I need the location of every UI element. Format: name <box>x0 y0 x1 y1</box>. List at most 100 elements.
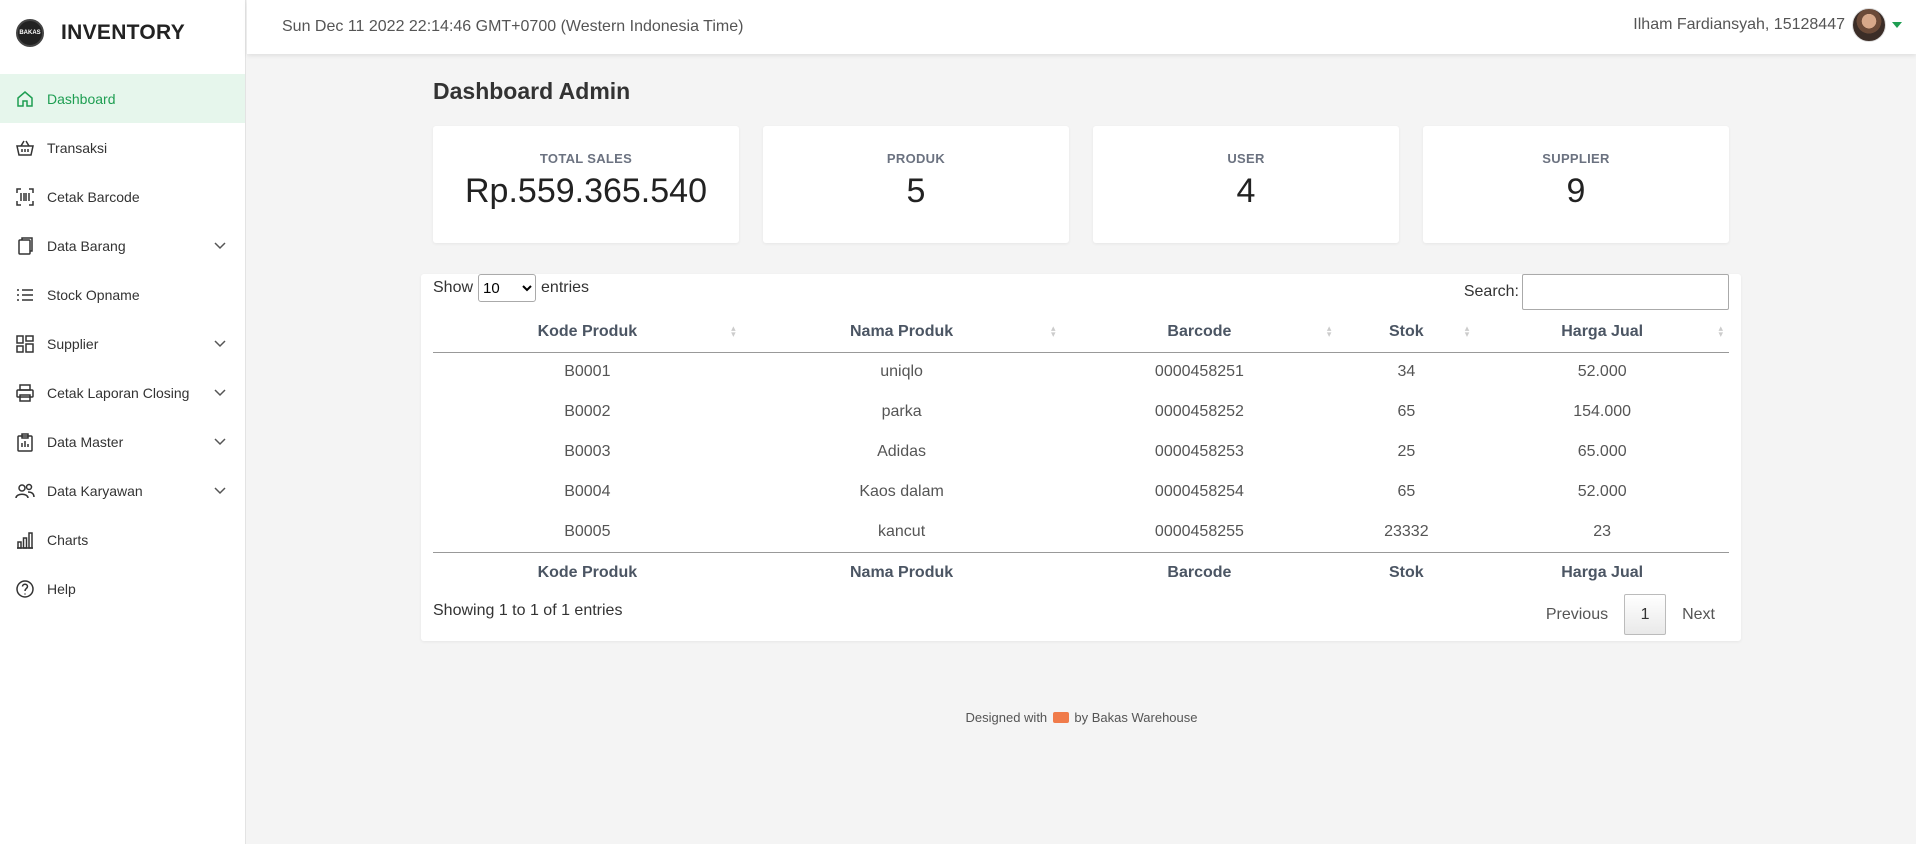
sidebar-item-stock-opname[interactable]: Stock Opname <box>0 270 245 319</box>
brand-logo: BAKAS <box>16 19 44 47</box>
footer-suffix: by Bakas Warehouse <box>1074 710 1198 725</box>
cell-barcode: 0000458251 <box>1154 363 1244 381</box>
stat-card-produk: PRODUK 5 <box>763 126 1069 243</box>
sidebar-item-label: Data Karyawan <box>47 482 143 499</box>
sidebar-item-transaksi[interactable]: Transaksi <box>0 123 245 172</box>
cell-harga-jual: 154.000 <box>1573 403 1632 420</box>
column-footer-nama-produk: Nama Produk <box>741 551 1062 594</box>
sidebar: BAKAS INVENTORY Dashboard Transaksi Ceta… <box>0 0 246 844</box>
sidebar-item-label: Supplier <box>47 335 99 352</box>
sort-icon: ▴ ▾ <box>1718 323 1723 339</box>
sidebar-item-label: Data Barang <box>47 237 126 254</box>
barcode-icon <box>14 186 36 208</box>
sidebar-item-cetak-laporan-closing[interactable]: Cetak Laporan Closing <box>0 368 245 417</box>
cell-kode-produk: B0005 <box>564 522 611 540</box>
show-label: Show <box>433 279 474 296</box>
sort-icon: ▴ ▾ <box>1050 323 1056 339</box>
next-page-button[interactable]: Next <box>1668 606 1729 624</box>
cell-barcode: 0000458253 <box>1154 443 1244 460</box>
column-header-harga-jual[interactable]: Harga Jual ▴ ▾ <box>1475 312 1729 353</box>
page-title: Dashboard Admin <box>433 78 631 104</box>
table-footer-row: Kode Produk Nama Produk Barcode Stok Har… <box>433 551 1729 594</box>
stat-card-supplier: SUPPLIER 9 <box>1423 126 1729 243</box>
cell-barcode: 0000458252 <box>1154 403 1244 420</box>
column-header-barcode[interactable]: Barcode ▴ ▾ <box>1061 312 1338 353</box>
cell-nama-produk: Adidas <box>877 443 927 460</box>
chevron-down-icon <box>213 336 227 350</box>
sidebar-item-charts[interactable]: Charts <box>0 515 245 564</box>
sidebar-item-label: Charts <box>47 531 89 548</box>
grid-icon <box>14 333 36 355</box>
column-header-label: Kode Produk <box>537 322 638 340</box>
printer-icon <box>14 382 36 404</box>
avatar[interactable] <box>1852 8 1886 42</box>
cell-nama-produk: parka <box>881 403 922 420</box>
basket-icon <box>14 137 36 159</box>
table-info: Showing 1 to 1 of 1 entries <box>433 602 623 619</box>
sort-icon: ▴ ▾ <box>1464 323 1470 339</box>
brand-title: INVENTORY <box>61 21 186 44</box>
stat-card-value: 4 <box>1236 172 1256 210</box>
sidebar-item-cetak-barcode[interactable]: Cetak Barcode <box>0 172 245 221</box>
previous-page-button[interactable]: Previous <box>1532 606 1622 624</box>
cell-stok: 25 <box>1397 443 1416 460</box>
product-table-panel: Show 10 entries Search: Kode Produk ▴ ▾ Na… <box>421 274 1741 641</box>
datetime-text: Sun Dec 11 2022 22:14:46 GMT+0700 (Weste… <box>282 18 744 35</box>
list-icon <box>14 284 36 306</box>
product-table: Kode Produk ▴ ▾ Nama Produk ▴ ▾ Barcode ▴ ▾ St… <box>433 312 1729 594</box>
user-menu[interactable]: Ilham Fardiansyah, 15128447 <box>1633 8 1902 42</box>
column-header-stok[interactable]: Stok ▴ ▾ <box>1337 312 1476 353</box>
clipboard-icon <box>14 431 36 453</box>
footer-prefix: Designed with <box>965 710 1048 725</box>
chevron-down-icon <box>213 434 227 448</box>
sidebar-item-label: Cetak Laporan Closing <box>47 384 190 401</box>
stat-card-total-sales: TOTAL SALES Rp.559.365.540 <box>433 126 739 243</box>
page-length-select[interactable]: 10 <box>478 274 537 302</box>
table-footer-controls: Showing 1 to 1 of 1 entries Previous 1 N… <box>433 594 1729 635</box>
column-header-label: Stok <box>1389 322 1424 340</box>
cell-stok: 23332 <box>1384 522 1429 540</box>
sidebar-item-data-barang[interactable]: Data Barang <box>0 221 245 270</box>
chevron-down-icon <box>213 238 227 252</box>
cell-kode-produk: B0003 <box>564 443 611 460</box>
brand[interactable]: BAKAS INVENTORY <box>0 0 245 66</box>
table-row: B0001 uniqlo 0000458251 34 52.000 <box>433 352 1729 392</box>
sidebar-item-label: Stock Opname <box>47 286 140 303</box>
people-icon <box>14 480 36 502</box>
cell-nama-produk: Kaos dalam <box>859 483 944 500</box>
home-icon <box>14 88 36 110</box>
column-header-kode-produk[interactable]: Kode Produk ▴ ▾ <box>433 312 742 353</box>
page-button-current[interactable]: 1 <box>1624 594 1667 635</box>
cell-nama-produk: kancut <box>878 522 926 540</box>
pagination: Previous 1 Next <box>1532 594 1729 635</box>
column-footer-barcode: Barcode <box>1061 551 1338 594</box>
column-header-nama-produk[interactable]: Nama Produk ▴ ▾ <box>741 312 1062 353</box>
column-header-label: Barcode <box>1167 322 1232 340</box>
search-label: Search: <box>1463 283 1519 300</box>
cell-harga-jual: 65.000 <box>1577 443 1627 460</box>
cell-kode-produk: B0001 <box>564 363 611 381</box>
sidebar-item-data-master[interactable]: Data Master <box>0 417 245 466</box>
sidebar-item-label: Dashboard <box>47 90 116 107</box>
cell-harga-jual: 23 <box>1593 522 1612 540</box>
question-icon <box>14 578 36 600</box>
cell-stok: 65 <box>1397 483 1416 500</box>
cell-kode-produk: B0004 <box>564 483 611 500</box>
sidebar-item-data-karyawan[interactable]: Data Karyawan <box>0 466 245 515</box>
sidebar-item-supplier[interactable]: Supplier <box>0 319 245 368</box>
stat-card-value: Rp.559.365.540 <box>465 172 707 210</box>
table-row: B0003 Adidas 0000458253 25 65.000 <box>433 432 1729 472</box>
column-header-label: Nama Produk <box>850 322 954 340</box>
sidebar-item-dashboard[interactable]: Dashboard <box>0 74 245 123</box>
stat-card-label: USER <box>1227 151 1265 166</box>
sidebar-nav: Dashboard Transaksi Cetak Barcode Data B… <box>0 74 245 613</box>
table-row: B0002 parka 0000458252 65 154.000 <box>433 392 1729 432</box>
table-row: B0004 Kaos dalam 0000458254 65 52.000 <box>433 472 1729 512</box>
sidebar-item-help[interactable]: Help <box>0 564 245 613</box>
column-footer-harga-jual: Harga Jual <box>1475 551 1729 594</box>
search-input[interactable] <box>1522 274 1729 310</box>
files-icon <box>14 235 36 257</box>
stat-cards: TOTAL SALES Rp.559.365.540 PRODUK 5 USER… <box>433 126 1729 243</box>
user-name: Ilham Fardiansyah, 15128447 <box>1633 16 1845 33</box>
caret-down-icon[interactable] <box>1892 22 1902 28</box>
